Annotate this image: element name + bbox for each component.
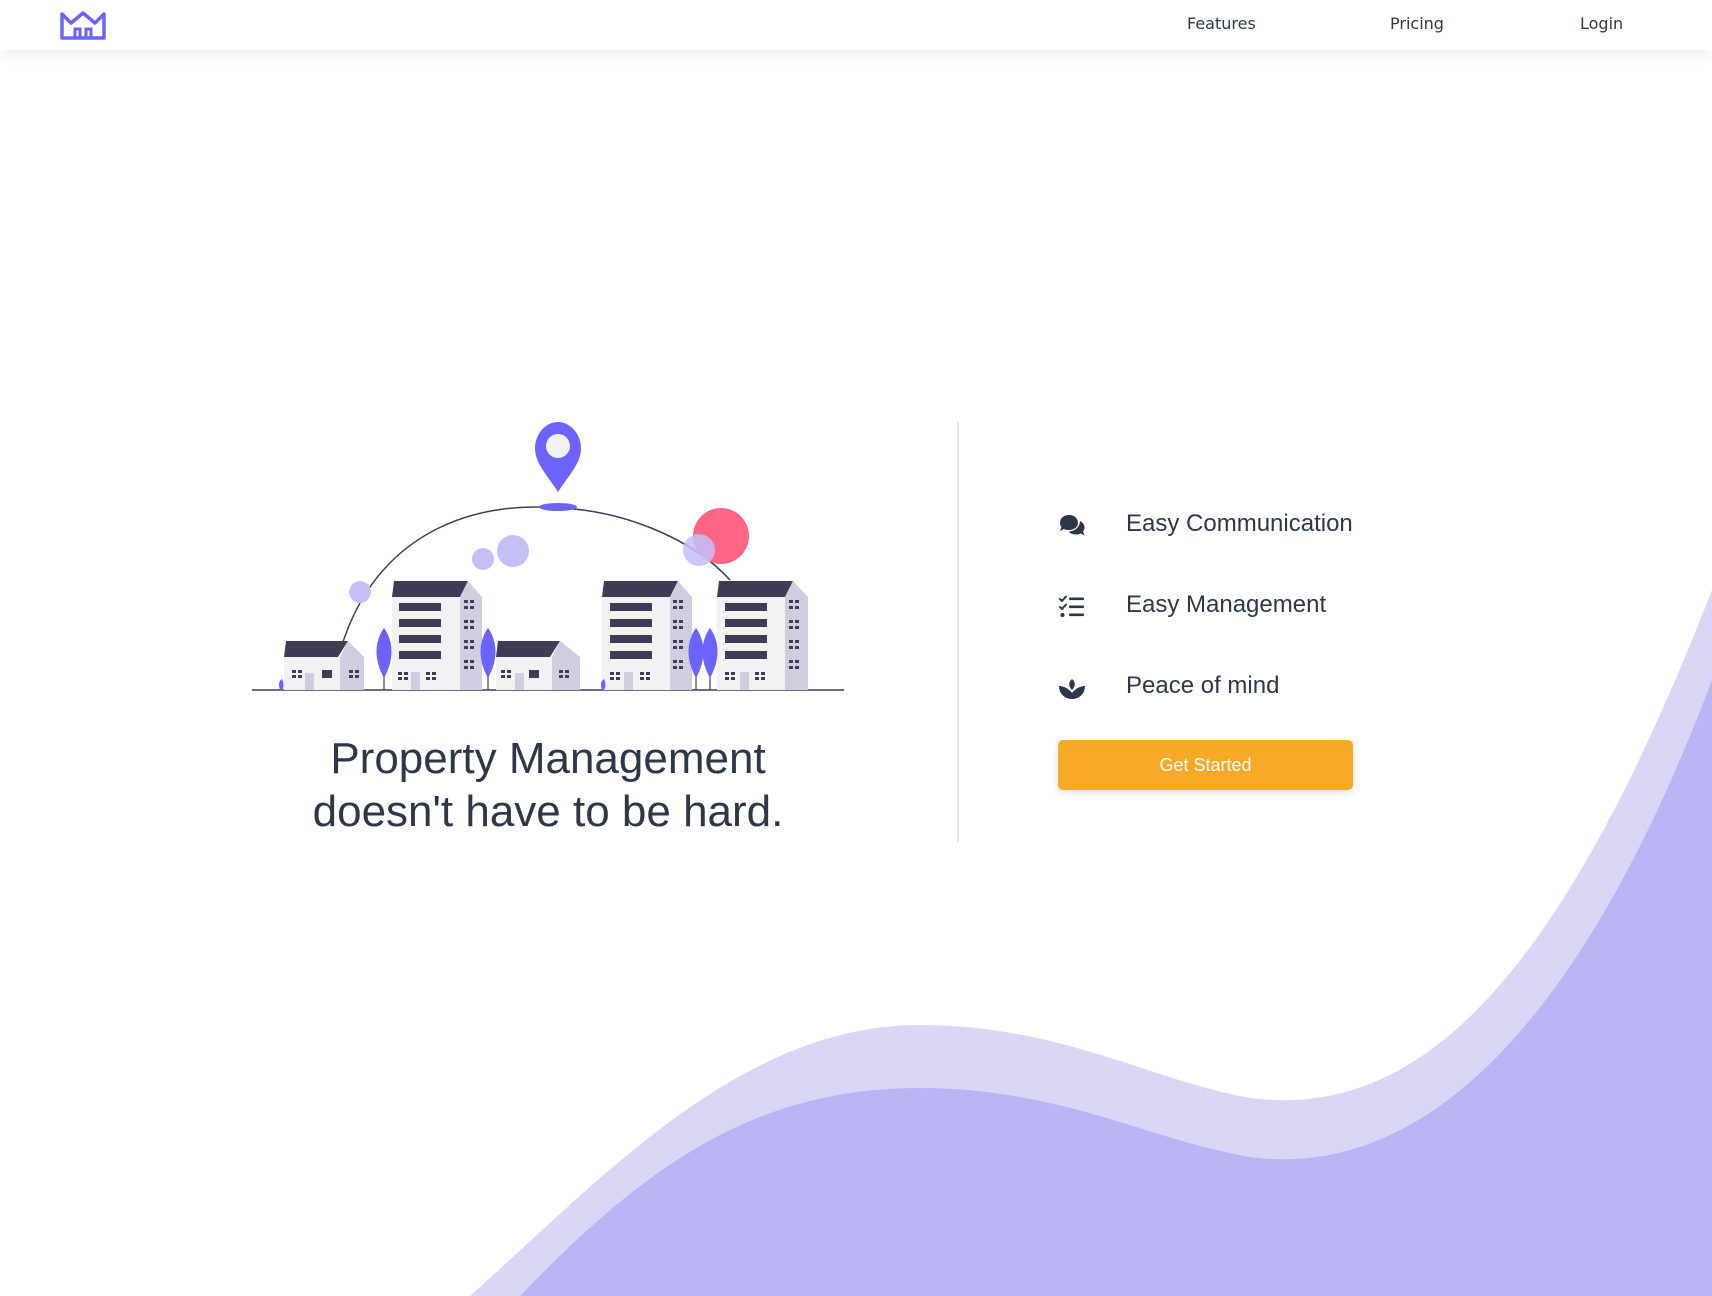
- feature-label: Peace of mind: [1126, 672, 1280, 699]
- feature-label: Easy Communication: [1126, 510, 1353, 537]
- landing-page: Features Pricing Login Property Manageme…: [0, 0, 1712, 1296]
- get-started-button[interactable]: Get Started: [1058, 740, 1353, 790]
- checklist-icon: [1059, 595, 1084, 617]
- hero-headline-line1: Property Management: [330, 734, 766, 783]
- vertical-divider: [957, 422, 959, 842]
- hero-headline-line2: doesn't have to be hard.: [312, 787, 784, 836]
- hero-headline: Property Management doesn't have to be h…: [252, 732, 844, 838]
- nav-link-pricing[interactable]: Pricing: [1390, 14, 1444, 33]
- top-navbar: Features Pricing Login: [0, 0, 1712, 50]
- crown-house-logo-icon[interactable]: [59, 9, 107, 41]
- feature-label: Easy Management: [1126, 591, 1327, 618]
- comments-icon: [1060, 515, 1085, 536]
- lotus-icon: [1059, 679, 1085, 699]
- nav-link-login[interactable]: Login: [1580, 14, 1623, 33]
- city-buildings-location-pin-illustration: [252, 422, 844, 691]
- nav-link-features[interactable]: Features: [1187, 14, 1256, 33]
